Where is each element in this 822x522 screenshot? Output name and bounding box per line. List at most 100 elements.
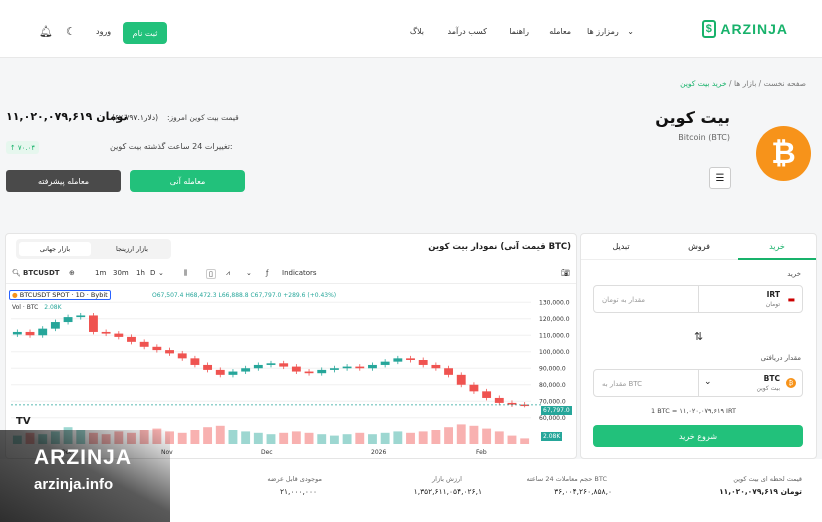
- advanced-trade-button[interactable]: معامله پیشرفته: [6, 170, 121, 192]
- instant-trade-button[interactable]: معامله آنی: [130, 170, 245, 192]
- nav-guide[interactable]: راهنما: [509, 27, 529, 36]
- nav-earn[interactable]: کسب درآمد: [448, 27, 487, 36]
- chevron-down-icon[interactable]: ⌄: [246, 269, 252, 277]
- pay-currency: IRT: [766, 290, 780, 299]
- candle-body: [25, 331, 35, 336]
- signup-button[interactable]: ثبت نام: [123, 22, 167, 44]
- volume-bar: [355, 432, 365, 444]
- vol-value: 2.08K: [44, 304, 62, 311]
- current-price-tag: 67,797.0: [541, 406, 572, 415]
- field-divider: [698, 286, 699, 312]
- candle-body: [139, 341, 149, 347]
- candle-body: [266, 363, 276, 365]
- bar-style-icon[interactable]: ⫼: [184, 269, 187, 278]
- candle-body: [418, 360, 428, 365]
- logo-mark-icon: $: [702, 20, 717, 38]
- camera-icon[interactable]: 📷︎: [561, 269, 570, 277]
- candle-body: [406, 358, 415, 360]
- candle-body: [63, 317, 73, 323]
- interval-1h[interactable]: 1h: [136, 269, 145, 277]
- site-logo[interactable]: $ ARZINJA: [702, 20, 788, 38]
- candle-body: [101, 331, 111, 334]
- x-tick-label: Feb: [476, 449, 487, 456]
- watermark-logo: ARZINJA: [34, 446, 133, 469]
- candle-body: [228, 371, 238, 375]
- coin-subtitle: Bitcoin (BTC): [678, 133, 730, 142]
- moon-icon[interactable]: ☾: [66, 25, 76, 38]
- chart-toolbar: 🔍︎ BTCUSDT ⊕ 1m 30m 1h D ⌄ ⫼ ▯ ⩘ ⌄ ƒ Ind…: [6, 264, 576, 284]
- chevron-down-icon[interactable]: ⌄: [704, 377, 712, 387]
- receive-amount-field[interactable]: مقدار به BTC ⌄ BTC بیت کوین ₿: [593, 369, 803, 397]
- bell-icon[interactable]: 🔔︎: [39, 25, 53, 38]
- chart-legend-symbol[interactable]: ● BTCUSDT SPOT · 1D · Bybit: [9, 290, 111, 300]
- volume-bar: [241, 431, 251, 444]
- candle-body: [177, 353, 187, 359]
- receive-label: مقدار دریافتی: [760, 354, 801, 362]
- candle-body: [317, 369, 327, 374]
- area-chart-icon[interactable]: ⩘: [226, 269, 230, 278]
- tab-local-market[interactable]: بازار ارزینجا: [96, 242, 168, 256]
- volume-bar: [393, 431, 403, 444]
- breadcrumb-markets[interactable]: بازار ها: [734, 79, 756, 88]
- iran-flag-icon: ▬: [787, 295, 795, 304]
- volume-bar: [228, 430, 238, 444]
- nav-cryptos-label: رمزارز ها: [587, 27, 619, 36]
- list-icon[interactable]: ☰: [709, 167, 731, 189]
- stat-label-marketcap: ارزش بازار: [432, 475, 462, 483]
- interval-1m[interactable]: 1m: [95, 269, 106, 277]
- nav-cryptos[interactable]: رمزارز ها ⌄: [587, 27, 634, 36]
- chart-y-axis: 130,000.0 120,000.0 110,000.0 100,000.0 90,0…: [539, 299, 570, 422]
- interval-d[interactable]: D: [150, 269, 155, 277]
- tab-convert[interactable]: تبدیل: [582, 242, 660, 251]
- candle-body: [456, 374, 466, 385]
- stat-label-supply: موجودی قابل عرضه: [267, 475, 322, 483]
- add-compare-icon[interactable]: ⊕: [69, 269, 75, 277]
- chevron-down-icon: ⌄: [627, 27, 634, 36]
- volume-bar: [342, 434, 352, 444]
- candle-body: [380, 361, 390, 365]
- volume-bar: [469, 425, 479, 444]
- start-buy-button[interactable]: شروع خرید: [593, 425, 803, 447]
- logo-text: ARZINJA: [720, 21, 788, 37]
- candle-body: [444, 368, 453, 375]
- chevron-down-icon[interactable]: ⌄: [158, 269, 164, 277]
- breadcrumb: صفحه نخست / بازار ها / خرید بیت کوین: [680, 79, 806, 88]
- receive-currency: BTC: [763, 374, 780, 383]
- chart-legend-ohlc: O67,507.4 H68,472.3 L66,888.8 C67,797.0 …: [152, 292, 337, 299]
- nav-trade[interactable]: معامله: [549, 27, 571, 36]
- top-navbar: $ ARZINJA رمزارز ها ⌄ معامله راهنما کسب …: [0, 0, 822, 58]
- volume-bar: [203, 427, 213, 444]
- nav-blog[interactable]: بلاگ: [410, 27, 424, 36]
- breadcrumb-home[interactable]: صفحه نخست: [764, 79, 806, 88]
- x-tick-label: Dec: [261, 449, 273, 456]
- swap-icon[interactable]: ⇅: [694, 330, 703, 343]
- active-tab-indicator: [738, 258, 816, 260]
- price-label: قیمت بیت کوین امروز:: [167, 113, 239, 122]
- volume-bar: [418, 431, 428, 444]
- volume-bar: [291, 431, 301, 444]
- login-link[interactable]: ورود: [96, 27, 111, 36]
- volume-bar: [507, 435, 517, 444]
- interval-30m[interactable]: 30m: [113, 269, 129, 277]
- y-tick-label: 100,000.0: [539, 349, 570, 356]
- volume-bar: [317, 434, 327, 444]
- chart-panel: بازار جهانی بازار ارزینجا نمودار بیت کوی…: [5, 233, 577, 459]
- volume-bar: [482, 428, 492, 444]
- candle-body: [215, 369, 225, 375]
- indicators-button[interactable]: Indicators: [282, 269, 317, 277]
- pay-amount-field[interactable]: مقدار به تومان IRT تومان ▬: [593, 285, 803, 313]
- candles-icon[interactable]: ▯: [206, 269, 216, 279]
- stat-label-volume: حجم معاملات 24 ساعته BTC: [526, 475, 607, 483]
- tab-global-market[interactable]: بازار جهانی: [19, 242, 91, 256]
- volume-bar: [279, 432, 289, 444]
- tab-sell[interactable]: فروش: [660, 242, 738, 251]
- tab-buy[interactable]: خرید: [738, 242, 816, 251]
- candle-body: [190, 358, 200, 365]
- indicators-icon[interactable]: ƒ: [266, 269, 268, 277]
- symbol-selector[interactable]: BTCUSDT: [23, 269, 60, 277]
- chart-title: نمودار بیت کوین (قیمت آنی BTC): [428, 242, 571, 252]
- volume-bar: [329, 435, 339, 444]
- bitcoin-logo-icon: ₿: [756, 126, 811, 181]
- search-icon[interactable]: 🔍︎: [12, 269, 21, 277]
- bitcoin-small-icon: ●: [12, 291, 18, 299]
